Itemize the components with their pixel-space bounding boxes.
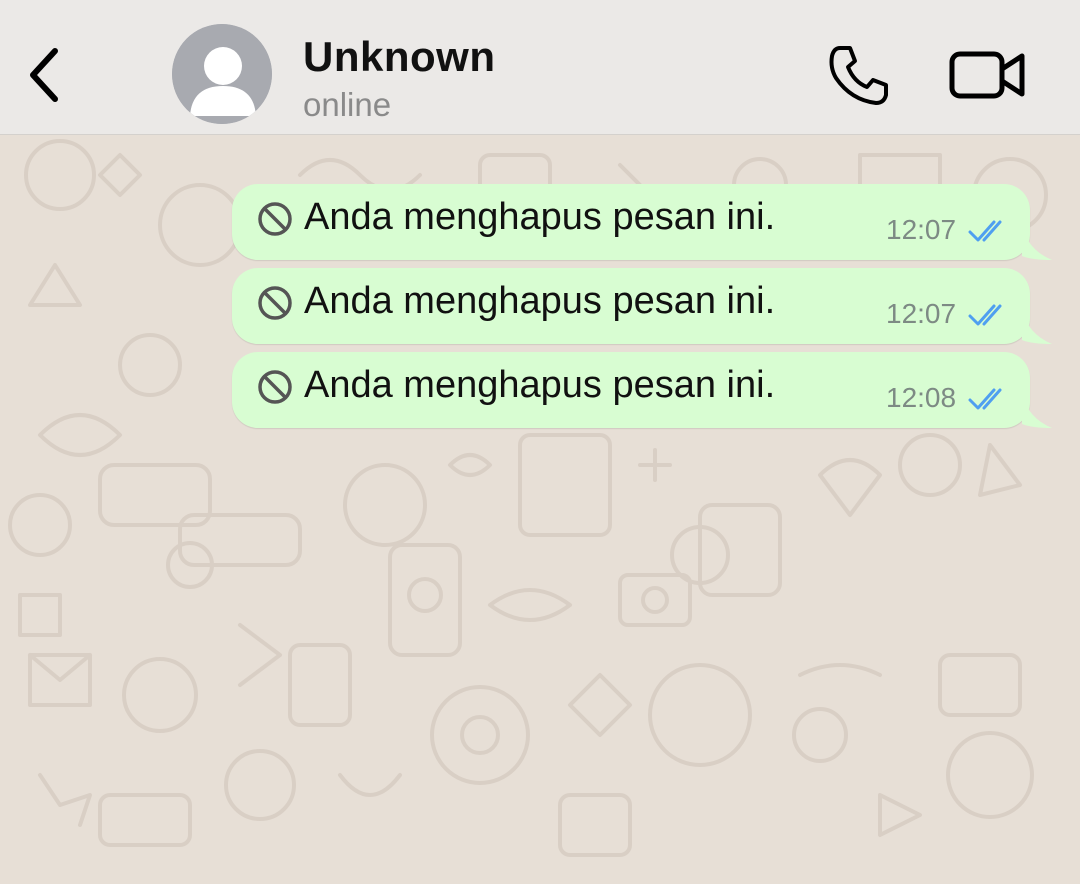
outgoing-message-bubble[interactable]: Anda menghapus pesan ini. 12:08 [232,352,1052,428]
double-check-read-icon [968,220,1002,242]
chevron-left-icon [30,48,58,102]
message-text: Anda menghapus pesan ini. [304,280,776,322]
bubble-tail [1022,226,1052,260]
message-time: 12:08 [886,382,957,413]
outgoing-message-bubble[interactable]: Anda menghapus pesan ini. 12:07 [232,184,1052,260]
back-button[interactable] [18,40,68,110]
bubble-tail [1022,394,1052,428]
contact-avatar[interactable] [172,24,272,124]
message-text: Anda menghapus pesan ini. [304,364,776,406]
bubble-tail [1022,310,1052,344]
double-check-read-icon [968,304,1002,326]
deleted-message-icon [258,202,292,236]
double-check-read-icon [968,388,1002,410]
chat-screen: Unknown online Anda menghapus pesan ini. [0,0,1080,884]
deleted-message-icon [258,370,292,404]
message-text: Anda menghapus pesan ini. [304,196,776,238]
video-call-button[interactable] [948,46,1026,104]
contact-name[interactable]: Unknown [303,33,495,81]
phone-icon [829,46,888,105]
outgoing-message-bubble[interactable]: Anda menghapus pesan ini. 12:07 [232,268,1052,344]
voice-call-button[interactable] [826,42,892,108]
message-time: 12:07 [886,298,957,329]
chat-header: Unknown online [0,0,1080,135]
video-camera-icon [949,51,1025,99]
default-avatar-icon [172,24,272,124]
message-time: 12:07 [886,214,957,245]
deleted-message-icon [258,286,292,320]
contact-status: online [303,86,392,123]
